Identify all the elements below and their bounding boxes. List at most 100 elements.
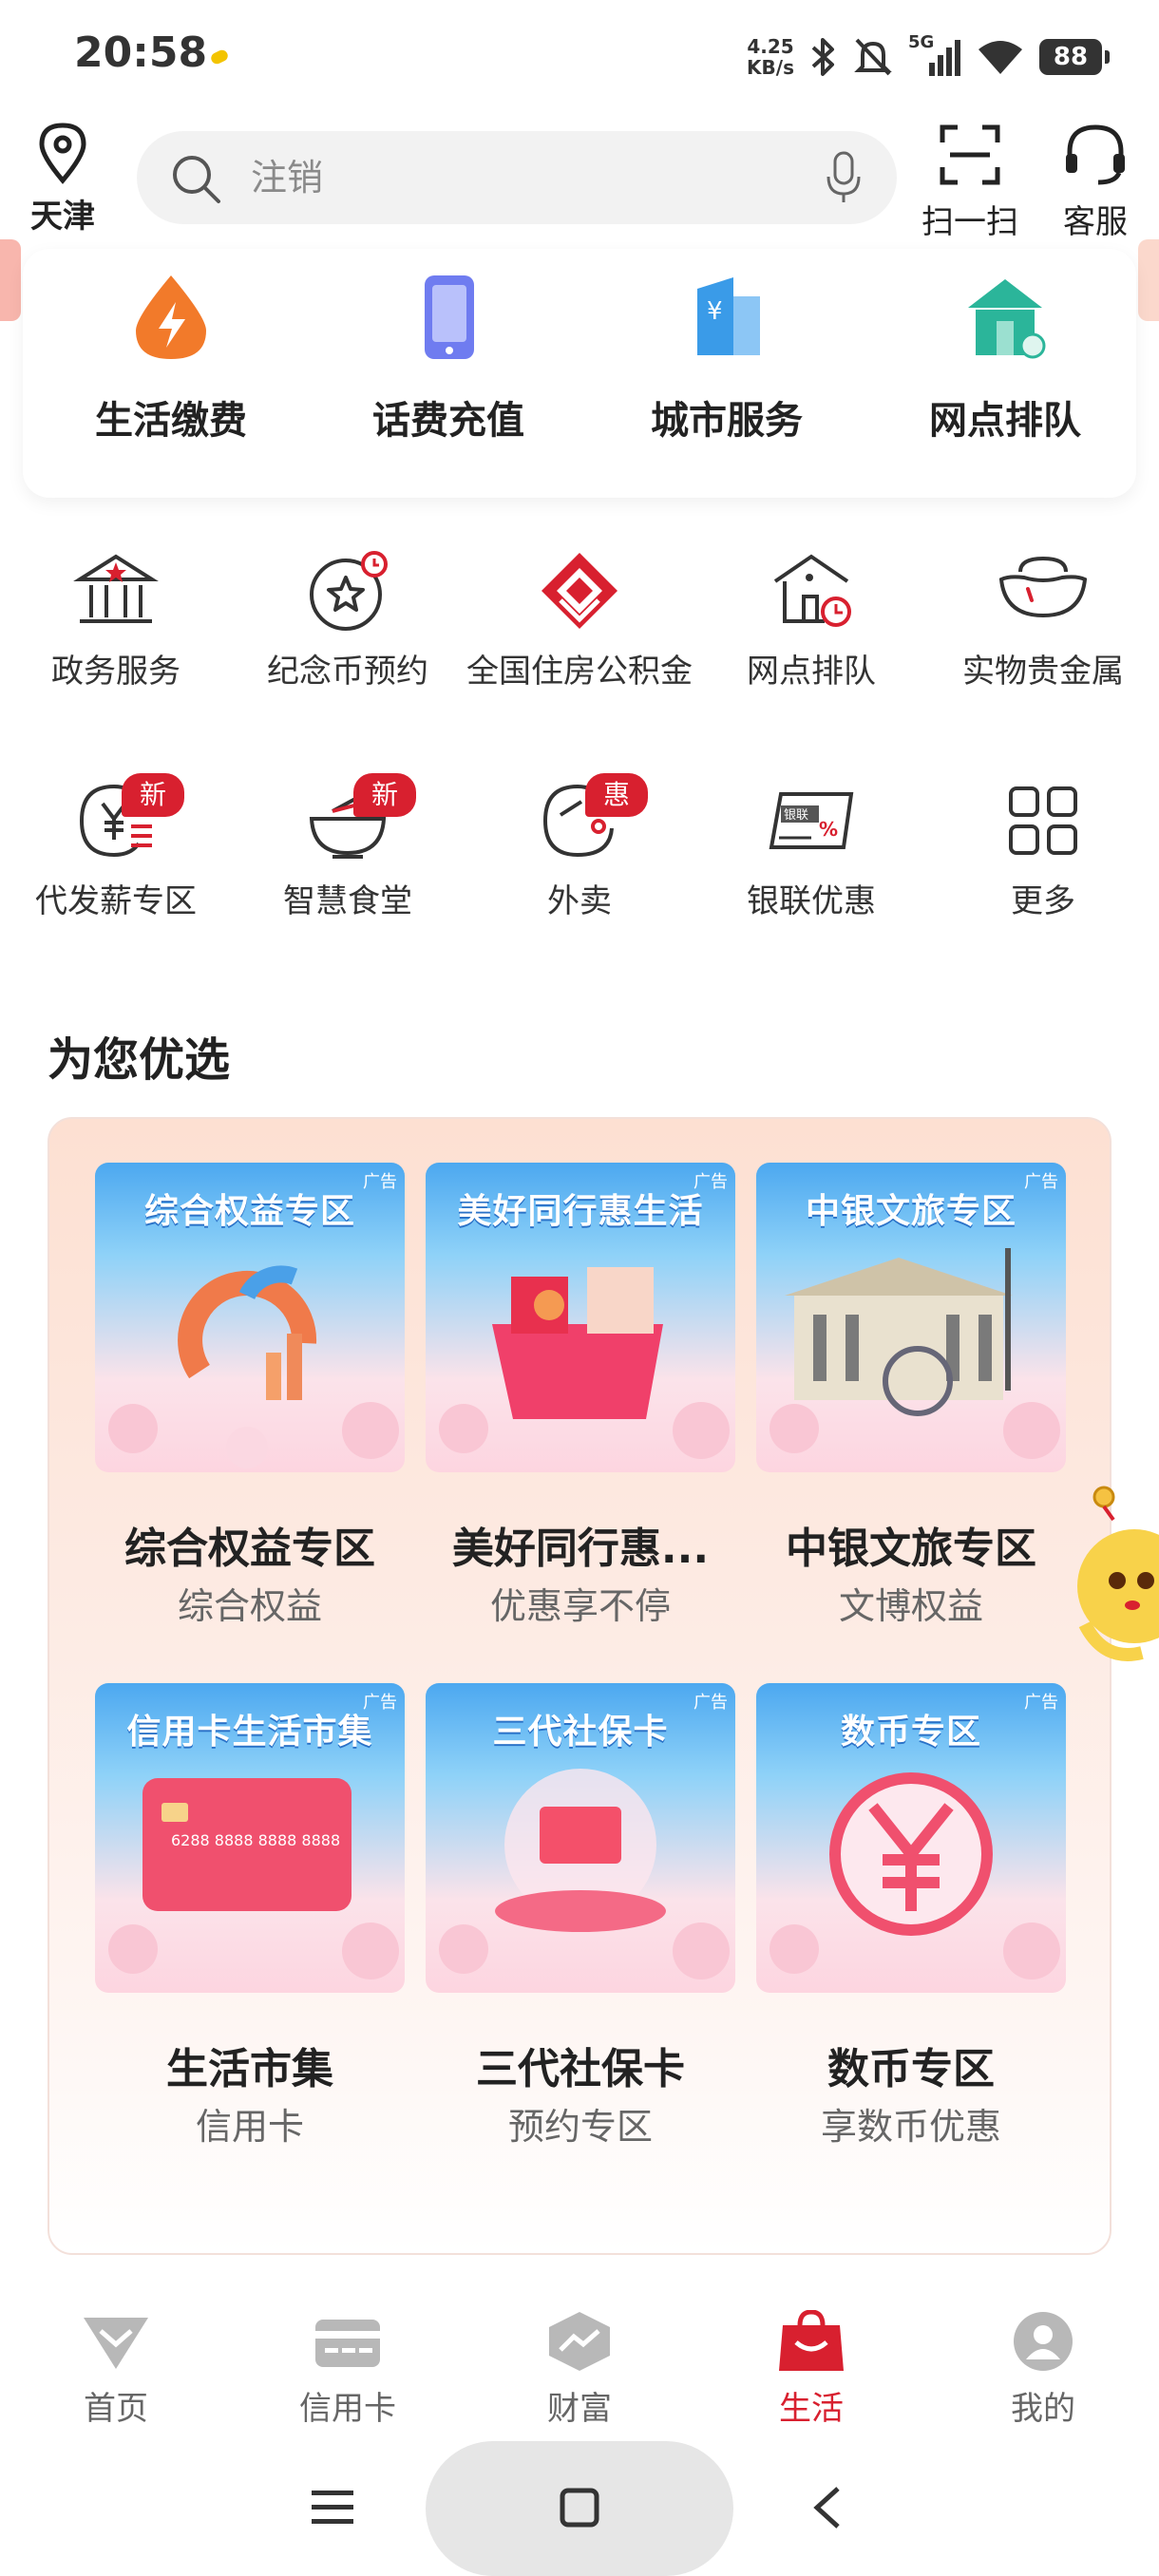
promo-image: 中银文旅专区 广告 xyxy=(756,1163,1066,1472)
service-branch-queue[interactable]: 网点排队 xyxy=(695,547,927,695)
promo-subtitle: 优惠享不停 xyxy=(489,1585,671,1627)
quick-item-utility-payment[interactable]: 生活缴费 xyxy=(38,270,304,445)
promo-title: 生活市集 xyxy=(166,2045,333,2093)
menu-icon[interactable] xyxy=(310,2487,355,2529)
quick-item-branch-queue[interactable]: 网点排队 xyxy=(872,270,1138,445)
status-bar: 20:58 4.25 KB/s 5G 88 xyxy=(0,0,1159,114)
customer-service-label: 客服 xyxy=(1063,203,1128,241)
location-pin-icon xyxy=(39,123,86,184)
service-more[interactable]: 更多 xyxy=(927,777,1159,925)
nav-wealth[interactable]: 财富 xyxy=(484,2310,674,2429)
search-icon xyxy=(173,156,220,203)
scan-label: 扫一扫 xyxy=(922,203,1018,241)
nav-label: 生活 xyxy=(779,2390,844,2428)
promo-title: 美好同行惠... xyxy=(451,1525,710,1573)
signal-icon: 5G xyxy=(908,32,961,78)
banner-edge-right xyxy=(1138,239,1159,321)
promo-image: 美好同行惠生活 广告 xyxy=(426,1163,735,1472)
promo-subtitle: 预约专区 xyxy=(507,2106,653,2148)
service-precious-metal[interactable]: 实物贵金属 xyxy=(927,547,1159,695)
quick-item-city-services[interactable]: ¥ 城市服务 xyxy=(594,270,860,445)
service-commemorative-coin[interactable]: 纪念币预约 xyxy=(232,547,464,695)
promo-image: 三代社保卡 广告 xyxy=(426,1683,735,1993)
search-bar[interactable] xyxy=(137,131,897,224)
headset-icon xyxy=(1066,124,1125,185)
svg-text:%: % xyxy=(819,818,838,841)
promo-title: 数币专区 xyxy=(827,2045,995,2093)
nav-home[interactable]: 首页 xyxy=(21,2310,211,2429)
service-takeout[interactable]: 外卖 惠 xyxy=(464,773,695,925)
service-label: 外卖 xyxy=(547,882,612,920)
quick-label: 话费充值 xyxy=(372,399,524,443)
nav-life[interactable]: 生活 xyxy=(716,2310,906,2429)
location-selector[interactable]: 天津 xyxy=(25,122,101,237)
promo-image: 综合权益专区 广告 xyxy=(95,1163,405,1472)
scan-button[interactable]: 扫一扫 xyxy=(918,122,1022,242)
government-icon xyxy=(73,554,159,623)
new-badge: 新 xyxy=(353,773,416,817)
service-unionpay[interactable]: 银联% 银联优惠 xyxy=(695,777,927,925)
promo-subtitle: 信用卡 xyxy=(195,2106,304,2148)
service-government[interactable]: 政务服务 xyxy=(0,547,232,695)
mascot-icon[interactable] xyxy=(1075,1482,1159,1672)
shopping-bag-icon xyxy=(779,2310,844,2371)
service-smart-canteen[interactable]: 智慧食堂 新 xyxy=(232,773,464,925)
banner-edge-left xyxy=(0,239,21,321)
quick-services-card: 生活缴费 话费充值 ¥ 城市服务 网点排队 xyxy=(23,249,1136,498)
quick-label: 网点排队 xyxy=(929,399,1081,443)
back-icon[interactable] xyxy=(809,2485,844,2530)
scan-icon xyxy=(940,124,1000,185)
promo-image: 信用卡生活市集 广告 6288 8888 8888 8888 xyxy=(95,1683,405,1993)
service-label: 银联优惠 xyxy=(747,882,876,920)
nav-label: 财富 xyxy=(547,2390,612,2428)
card-number: 6288 8888 8888 8888 xyxy=(171,1831,341,1849)
location-label: 天津 xyxy=(30,198,95,236)
bank-branch-icon xyxy=(968,279,1046,359)
diamond-home-icon xyxy=(84,2318,148,2369)
bluetooth-icon xyxy=(811,38,834,76)
home-square-icon xyxy=(560,2488,599,2528)
promotions-panel: 综合权益专区 广告 综合权益专区 综合权益 美好同行惠生活 广告 美好同行惠..… xyxy=(48,1117,1112,2255)
service-payroll[interactable]: 代发薪专区 新 xyxy=(0,773,232,925)
service-label: 代发薪专区 xyxy=(35,882,197,920)
mute-bell-icon xyxy=(854,38,892,76)
net-speed-value: 4.25 xyxy=(747,35,794,58)
digital-yuan-illustration xyxy=(770,1772,1060,1979)
bottom-navigation: 首页 信用卡 财富 生活 我的 xyxy=(0,2280,1159,2441)
service-housing-fund[interactable]: 全国住房公积金 xyxy=(464,547,695,695)
commemorative-coin-icon xyxy=(310,551,388,631)
system-home-button[interactable] xyxy=(426,2441,733,2576)
nav-profile[interactable]: 我的 xyxy=(948,2310,1138,2429)
signal-type: 5G xyxy=(908,32,935,52)
status-icons: 4.25 KB/s 5G 88 xyxy=(747,27,1110,87)
svg-text:银联: 银联 xyxy=(784,808,808,823)
lightning-icon xyxy=(136,275,206,359)
nav-label: 首页 xyxy=(84,2390,148,2428)
nav-label: 我的 xyxy=(1011,2390,1075,2428)
status-time: 20:58 xyxy=(74,28,208,77)
service-label: 实物贵金属 xyxy=(962,653,1124,691)
svg-text:¥: ¥ xyxy=(707,297,723,326)
gold-ingot-icon xyxy=(998,556,1088,618)
customer-service-button[interactable]: 客服 xyxy=(1043,122,1148,242)
service-label: 政务服务 xyxy=(51,653,180,691)
promo-subtitle: 综合权益 xyxy=(177,1585,322,1627)
profile-icon xyxy=(1014,2312,1073,2371)
wifi-icon xyxy=(978,41,1022,74)
new-badge: 新 xyxy=(122,773,184,817)
quick-label: 生活缴费 xyxy=(95,399,247,443)
service-label: 网点排队 xyxy=(747,653,876,691)
quick-item-phone-recharge[interactable]: 话费充值 xyxy=(315,270,581,445)
nav-label: 信用卡 xyxy=(299,2390,396,2428)
top-header: 天津 扫一扫 客服 xyxy=(0,114,1159,256)
section-title: 为您优选 xyxy=(48,1033,231,1087)
net-speed: 4.25 KB/s xyxy=(747,36,794,78)
housing-fund-icon xyxy=(542,553,618,629)
benefits-chart-illustration xyxy=(108,1265,399,1468)
notification-dot-icon xyxy=(209,47,230,66)
nav-credit-card[interactable]: 信用卡 xyxy=(253,2310,443,2429)
search-input[interactable] xyxy=(251,131,783,224)
promo-subtitle: 享数币优惠 xyxy=(820,2106,1001,2148)
service-label: 纪念币预约 xyxy=(267,653,428,691)
microphone-icon[interactable] xyxy=(825,150,863,205)
